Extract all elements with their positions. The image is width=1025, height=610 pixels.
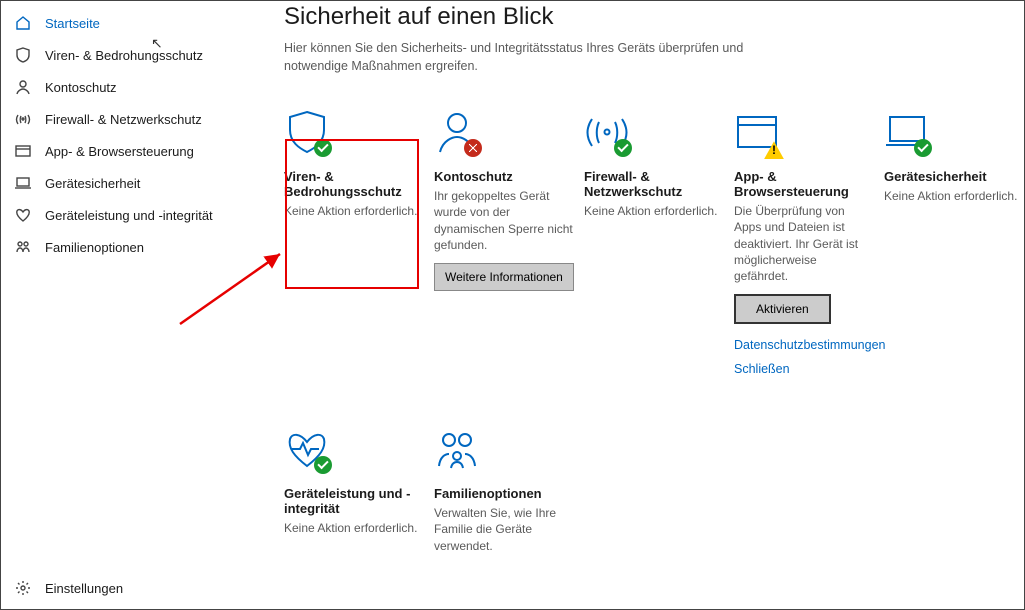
close-link[interactable]: Schließen bbox=[734, 362, 874, 376]
laptop-icon bbox=[15, 175, 31, 191]
tile-desc: Ihr gekoppeltes Gerät wurde von der dyna… bbox=[434, 188, 574, 253]
more-info-button[interactable]: Weitere Informationen bbox=[434, 263, 574, 291]
page-title: Sicherheit auf einen Blick bbox=[284, 3, 996, 31]
tile-appbrowser[interactable]: App- & Browsersteuerung Die Überprüfung … bbox=[734, 109, 874, 376]
sidebar-item-appbrowser[interactable]: App- & Browsersteuerung bbox=[1, 135, 256, 167]
sidebar-item-label: Familienoptionen bbox=[45, 240, 144, 255]
sidebar-item-home[interactable]: Startseite bbox=[1, 7, 256, 39]
tile-desc: Keine Aktion erforderlich. bbox=[584, 203, 724, 219]
sidebar-item-label: Kontoschutz bbox=[45, 80, 117, 95]
sidebar-item-settings[interactable]: Einstellungen bbox=[1, 571, 256, 605]
sidebar-item-label: Geräteleistung und -integrität bbox=[45, 208, 213, 223]
tile-desc: Keine Aktion erforderlich. bbox=[284, 203, 424, 219]
sidebar-item-label: Einstellungen bbox=[45, 581, 123, 596]
antenna-icon bbox=[15, 111, 31, 127]
sidebar-item-label: Viren- & Bedrohungsschutz bbox=[45, 48, 203, 63]
antenna-icon bbox=[584, 109, 630, 155]
tile-account[interactable]: Kontoschutz Ihr gekoppeltes Gerät wurde … bbox=[434, 109, 574, 291]
sidebar-item-account[interactable]: Kontoschutz bbox=[1, 71, 256, 103]
window-icon bbox=[734, 109, 780, 155]
tile-virus[interactable]: Viren- & Bedrohungsschutz Keine Aktion e… bbox=[284, 109, 424, 219]
window-icon bbox=[15, 143, 31, 159]
tile-title: Kontoschutz bbox=[434, 169, 574, 184]
shield-icon bbox=[15, 47, 31, 63]
tile-health[interactable]: Geräteleistung und -integrität Keine Akt… bbox=[284, 426, 424, 536]
tile-title: Firewall- & Netzwerkschutz bbox=[584, 169, 724, 199]
laptop-icon bbox=[884, 109, 930, 155]
tile-family[interactable]: Familienoptionen Verwalten Sie, wie Ihre… bbox=[434, 426, 574, 554]
person-icon bbox=[434, 109, 480, 155]
activate-button[interactable]: Aktivieren bbox=[734, 294, 831, 324]
tile-desc: Keine Aktion erforderlich. bbox=[284, 520, 424, 536]
heart-icon bbox=[15, 207, 31, 223]
sidebar-item-device[interactable]: Gerätesicherheit bbox=[1, 167, 256, 199]
tile-desc: Keine Aktion erforderlich. bbox=[884, 188, 1024, 204]
privacy-link[interactable]: Datenschutzbestimmungen bbox=[734, 338, 874, 352]
main-content: Sicherheit auf einen Blick Hier können S… bbox=[256, 1, 1024, 609]
tile-title: Familienoptionen bbox=[434, 486, 574, 501]
sidebar-item-firewall[interactable]: Firewall- & Netzwerkschutz bbox=[1, 103, 256, 135]
home-icon bbox=[15, 15, 31, 31]
tile-desc: Verwalten Sie, wie Ihre Familie die Gerä… bbox=[434, 505, 574, 554]
sidebar-item-label: Startseite bbox=[45, 16, 100, 31]
tile-title: App- & Browsersteuerung bbox=[734, 169, 874, 199]
sidebar-item-label: App- & Browsersteuerung bbox=[45, 144, 194, 159]
sidebar-item-family[interactable]: Familienoptionen bbox=[1, 231, 256, 263]
family-icon bbox=[434, 426, 480, 472]
family-icon bbox=[15, 239, 31, 255]
page-desc: Hier können Sie den Sicherheits- und Int… bbox=[284, 39, 784, 75]
sidebar-item-label: Gerätesicherheit bbox=[45, 176, 140, 191]
tile-row-2: Geräteleistung und -integrität Keine Akt… bbox=[284, 426, 996, 554]
sidebar: Startseite Viren- & Bedrohungsschutz Kon… bbox=[1, 1, 256, 609]
tile-title: Gerätesicherheit bbox=[884, 169, 1024, 184]
tile-title: Viren- & Bedrohungsschutz bbox=[284, 169, 424, 199]
tile-row-1: Viren- & Bedrohungsschutz Keine Aktion e… bbox=[284, 109, 996, 376]
sidebar-item-virus[interactable]: Viren- & Bedrohungsschutz bbox=[1, 39, 256, 71]
tile-firewall[interactable]: Firewall- & Netzwerkschutz Keine Aktion … bbox=[584, 109, 724, 219]
shield-icon bbox=[284, 109, 330, 155]
heart-pulse-icon bbox=[284, 426, 330, 472]
tile-title: Geräteleistung und -integrität bbox=[284, 486, 424, 516]
sidebar-item-health[interactable]: Geräteleistung und -integrität bbox=[1, 199, 256, 231]
tile-device[interactable]: Gerätesicherheit Keine Aktion erforderli… bbox=[884, 109, 1024, 204]
gear-icon bbox=[15, 580, 31, 596]
sidebar-item-label: Firewall- & Netzwerkschutz bbox=[45, 112, 202, 127]
person-icon bbox=[15, 79, 31, 95]
tile-desc: Die Überprüfung von Apps und Dateien ist… bbox=[734, 203, 874, 284]
